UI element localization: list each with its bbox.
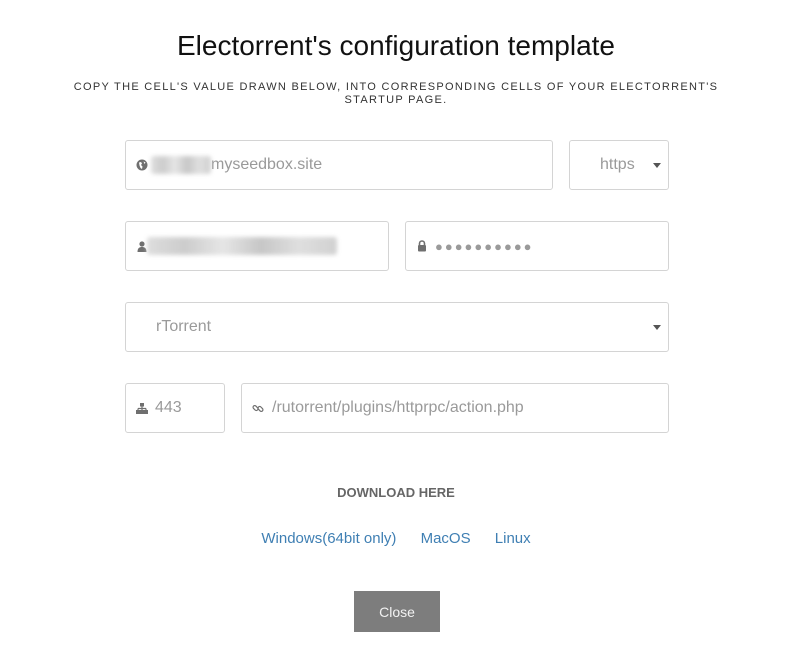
host-field[interactable]: myseedbox.site (125, 140, 553, 190)
download-links: Windows(64bit only) MacOS Linux (0, 530, 792, 547)
globe-icon (136, 159, 148, 171)
client-select[interactable]: rTorrent (125, 302, 669, 352)
sitemap-icon (136, 402, 148, 414)
protocol-value: https (600, 156, 635, 173)
download-heading: DOWNLOAD HERE (337, 485, 455, 500)
close-button[interactable]: Close (354, 591, 440, 632)
host-redacted-prefix (151, 156, 211, 174)
protocol-select[interactable]: https (569, 140, 669, 190)
port-value: 443 (155, 399, 182, 416)
download-link-macos[interactable]: MacOS (421, 530, 471, 547)
download-link-windows[interactable]: Windows(64bit only) (261, 530, 396, 547)
host-value: myseedbox.site (211, 156, 323, 173)
chevron-down-icon (653, 325, 661, 330)
link-icon (252, 402, 264, 414)
client-value: rTorrent (156, 318, 212, 335)
modal-subtitle: COPY THE CELL'S VALUE DRAWN BELOW, INTO … (73, 81, 719, 106)
username-field[interactable] (125, 221, 389, 271)
password-field[interactable]: ●●●●●●●●●● (405, 221, 669, 271)
download-link-linux[interactable]: Linux (495, 530, 531, 547)
path-field[interactable]: /rutorrent/plugins/httprpc/action.php (241, 383, 669, 433)
port-field[interactable]: 443 (125, 383, 225, 433)
lock-icon (416, 240, 428, 252)
username-redacted (147, 237, 337, 255)
config-modal: Electorrent's configuration template COP… (0, 0, 792, 663)
path-value: /rutorrent/plugins/httprpc/action.php (272, 399, 524, 416)
modal-title: Electorrent's configuration template (176, 30, 616, 61)
chevron-down-icon (653, 163, 661, 168)
password-value: ●●●●●●●●●● (435, 238, 534, 254)
